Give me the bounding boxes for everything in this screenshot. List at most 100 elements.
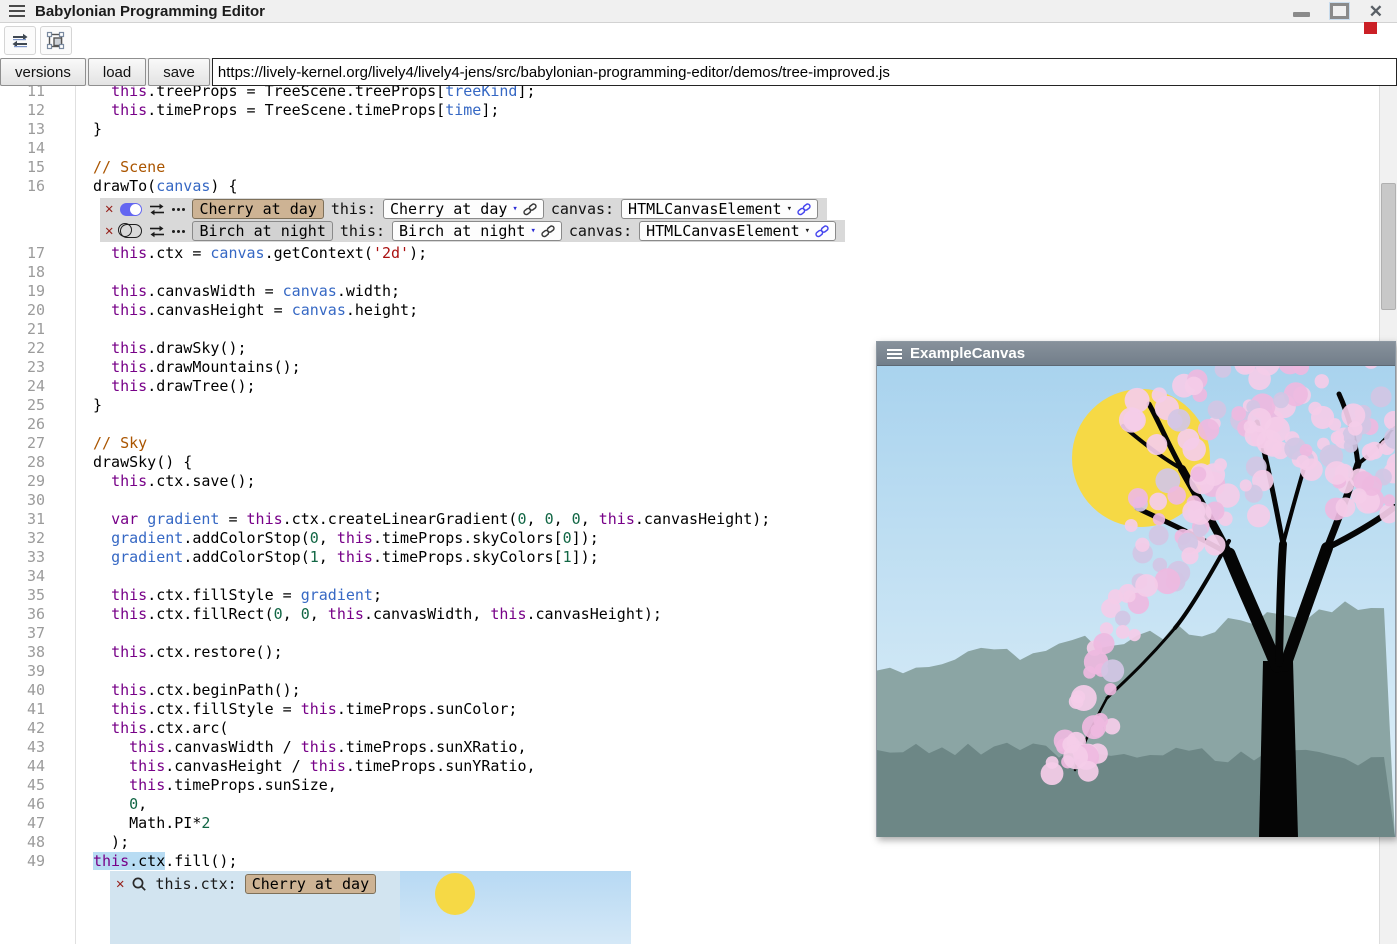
- code-text[interactable]: }: [93, 396, 102, 415]
- line-number: 11: [0, 86, 45, 101]
- example-canvas-window: ExampleCanvas: [876, 341, 1396, 837]
- code-text[interactable]: drawTo(canvas) {: [93, 177, 238, 196]
- this-value-dropdown[interactable]: Cherry at day ▾: [383, 199, 544, 219]
- code-text[interactable]: this.canvasWidth / this.timeProps.sunXRa…: [93, 738, 527, 757]
- hamburger-icon[interactable]: [9, 5, 25, 17]
- code-text[interactable]: this.timeProps.sunSize,: [93, 776, 337, 795]
- maximize-button[interactable]: [1330, 3, 1349, 19]
- code-text[interactable]: Math.PI*2: [93, 814, 210, 833]
- minimize-button[interactable]: [1293, 12, 1310, 17]
- line-number: 44: [0, 757, 45, 776]
- example-row-birch: ✕ Birch at night this: Birch at night ▾: [100, 220, 845, 242]
- line-number: 15: [0, 158, 45, 177]
- example-menu-icon[interactable]: [172, 208, 185, 211]
- versions-button[interactable]: versions: [0, 58, 86, 86]
- line-number: 36: [0, 605, 45, 624]
- code-text[interactable]: 0,: [93, 795, 147, 814]
- example-menu-icon[interactable]: [172, 230, 185, 233]
- code-text[interactable]: );: [93, 833, 129, 852]
- code-text[interactable]: this.canvasHeight / this.timeProps.sunYR…: [93, 757, 536, 776]
- code-text[interactable]: this.ctx.fillRect(0, 0, this.canvasWidth…: [93, 605, 662, 624]
- code-text[interactable]: this.treeProps = TreeScene.treeProps[tre…: [93, 86, 536, 101]
- url-input[interactable]: [212, 58, 1397, 86]
- code-line: 12 this.timeProps = TreeScene.timeProps[…: [0, 101, 845, 120]
- delete-probe-icon[interactable]: ✕: [116, 877, 124, 891]
- code-text[interactable]: gradient.addColorStop(1, this.timeProps.…: [93, 548, 599, 567]
- line-number: 23: [0, 358, 45, 377]
- canvas-value-dropdown[interactable]: HTMLCanvasElement ▾: [639, 221, 836, 241]
- code-lines-before: 11 this.treeProps = TreeScene.treeProps[…: [0, 86, 845, 196]
- line-number: 13: [0, 120, 45, 139]
- code-line: 34: [0, 567, 845, 586]
- sync-icon: [10, 32, 30, 50]
- code-line: 11 this.treeProps = TreeScene.treeProps[…: [0, 86, 845, 101]
- example-canvas-titlebar[interactable]: ExampleCanvas: [877, 342, 1395, 366]
- code-line: 37: [0, 624, 845, 643]
- this-label: this:: [340, 222, 385, 240]
- example-name-button[interactable]: Birch at night: [192, 221, 332, 241]
- code-line: 13}: [0, 120, 845, 139]
- line-number: 16: [0, 177, 45, 196]
- save-button[interactable]: save: [148, 58, 210, 86]
- code-text[interactable]: this.ctx.fillStyle = this.timeProps.sunC…: [93, 700, 517, 719]
- code-text[interactable]: this.ctx.fillStyle = gradient;: [93, 586, 382, 605]
- probe-example-button[interactable]: Cherry at day: [245, 874, 376, 894]
- transform-button[interactable]: [40, 26, 72, 55]
- delete-example-icon[interactable]: ✕: [105, 224, 113, 238]
- line-number: 42: [0, 719, 45, 738]
- code-text[interactable]: this.ctx.beginPath();: [93, 681, 301, 700]
- code-text[interactable]: this.ctx = canvas.getContext('2d');: [93, 244, 427, 263]
- code-text[interactable]: }: [93, 120, 102, 139]
- canvas-value-dropdown[interactable]: HTMLCanvasElement ▾: [621, 199, 818, 219]
- close-button[interactable]: ✕: [1369, 3, 1383, 20]
- scrollbar-thumb[interactable]: [1381, 183, 1396, 310]
- code-text[interactable]: this.ctx.restore();: [93, 643, 283, 662]
- link-icon[interactable]: [523, 203, 537, 216]
- code-text[interactable]: var gradient = this.ctx.createLinearGrad…: [93, 510, 770, 529]
- link-icon[interactable]: [815, 225, 829, 238]
- code-text[interactable]: // Sky: [93, 434, 147, 453]
- code-text[interactable]: this.ctx.fill();: [93, 852, 238, 871]
- line-number: 21: [0, 320, 45, 339]
- example-name-button[interactable]: Cherry at day: [192, 199, 323, 219]
- sync-example-icon[interactable]: [149, 225, 165, 238]
- code-text[interactable]: this.ctx.arc(: [93, 719, 228, 738]
- code-text[interactable]: gradient.addColorStop(0, this.timeProps.…: [93, 529, 599, 548]
- line-number: 41: [0, 700, 45, 719]
- code-text[interactable]: this.canvasWidth = canvas.width;: [93, 282, 400, 301]
- this-label: this:: [331, 200, 376, 218]
- line-number: 43: [0, 738, 45, 757]
- line-number: 35: [0, 586, 45, 605]
- link-icon[interactable]: [797, 203, 811, 216]
- code-text[interactable]: this.drawSky();: [93, 339, 247, 358]
- sync-button[interactable]: [4, 26, 36, 55]
- line-number: 28: [0, 453, 45, 472]
- delete-example-icon[interactable]: ✕: [105, 202, 113, 216]
- example-toggle-off[interactable]: [120, 224, 142, 238]
- code-line: 35 this.ctx.fillStyle = gradient;: [0, 586, 845, 605]
- line-number: 47: [0, 814, 45, 833]
- example-toggle-on[interactable]: [120, 203, 142, 216]
- code-text[interactable]: this.ctx.save();: [93, 472, 256, 491]
- code-text[interactable]: // Scene: [93, 158, 165, 177]
- code-text[interactable]: drawSky() {: [93, 453, 192, 472]
- window-title: Babylonian Programming Editor: [35, 3, 265, 20]
- code-line: 27// Sky: [0, 434, 845, 453]
- code-line: 36 this.ctx.fillRect(0, 0, this.canvasWi…: [0, 605, 845, 624]
- hamburger-icon[interactable]: [887, 349, 902, 359]
- probe-widget: ✕ this.ctx: Cherry at day: [110, 871, 631, 944]
- line-number: 49: [0, 852, 45, 871]
- code-line: 38 this.ctx.restore();: [0, 643, 845, 662]
- code-text[interactable]: this.canvasHeight = canvas.height;: [93, 301, 418, 320]
- code-text[interactable]: this.drawTree();: [93, 377, 256, 396]
- this-value-text: Cherry at day: [390, 200, 507, 218]
- this-value-dropdown[interactable]: Birch at night ▾: [392, 221, 562, 241]
- code-text[interactable]: this.drawMountains();: [93, 358, 301, 377]
- sync-example-icon[interactable]: [149, 203, 165, 216]
- load-button[interactable]: load: [88, 58, 146, 86]
- line-number: 38: [0, 643, 45, 662]
- magnifier-icon: [132, 877, 147, 892]
- link-icon[interactable]: [541, 225, 555, 238]
- titlebar[interactable]: Babylonian Programming Editor ✕: [0, 0, 1397, 23]
- code-text[interactable]: this.timeProps = TreeScene.timeProps[tim…: [93, 101, 499, 120]
